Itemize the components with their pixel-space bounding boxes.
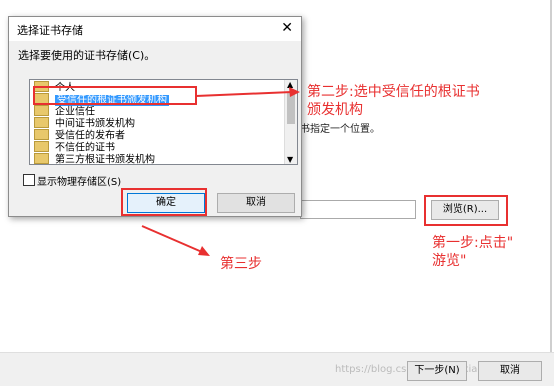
- annotation-step2-line1: 第二步:选中受信任的根证书: [307, 84, 480, 100]
- arrow-step2: [195, 91, 293, 97]
- annotation-step3: 第三步: [220, 256, 262, 272]
- annotation-step1: 第一步:点击" 游览": [432, 234, 513, 270]
- annotation-step1-line1: 第一步:点击": [432, 235, 514, 251]
- annotation-step2-line2: 颁发机构: [307, 102, 363, 118]
- arrow-step2-head: [289, 87, 300, 97]
- arrow-step3-head: [198, 246, 210, 256]
- annotation-step1-line2: 游览": [432, 253, 467, 269]
- arrow-step3: [141, 225, 203, 253]
- annotation-arrows: [141, 87, 300, 256]
- annotation-step2: 第二步:选中受信任的根证书 颁发机构: [307, 83, 480, 119]
